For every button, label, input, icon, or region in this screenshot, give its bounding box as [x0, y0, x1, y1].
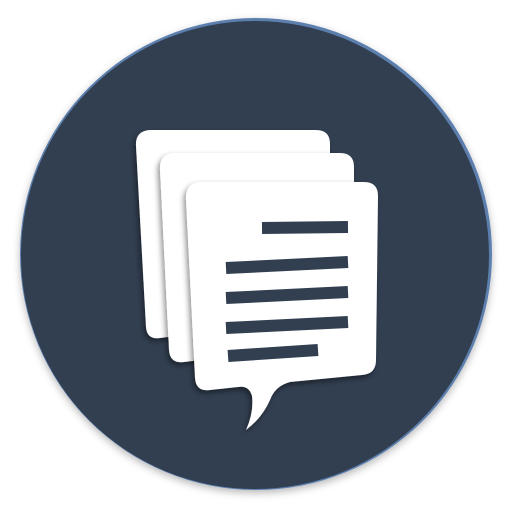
text-line: [261, 221, 349, 234]
text-line: [225, 316, 349, 334]
app-icon: [0, 0, 512, 512]
text-line: [227, 344, 319, 362]
text-line: [225, 286, 349, 304]
stacked-documents-speech-bubble-icon: [20, 18, 492, 490]
text-line: [225, 256, 349, 274]
